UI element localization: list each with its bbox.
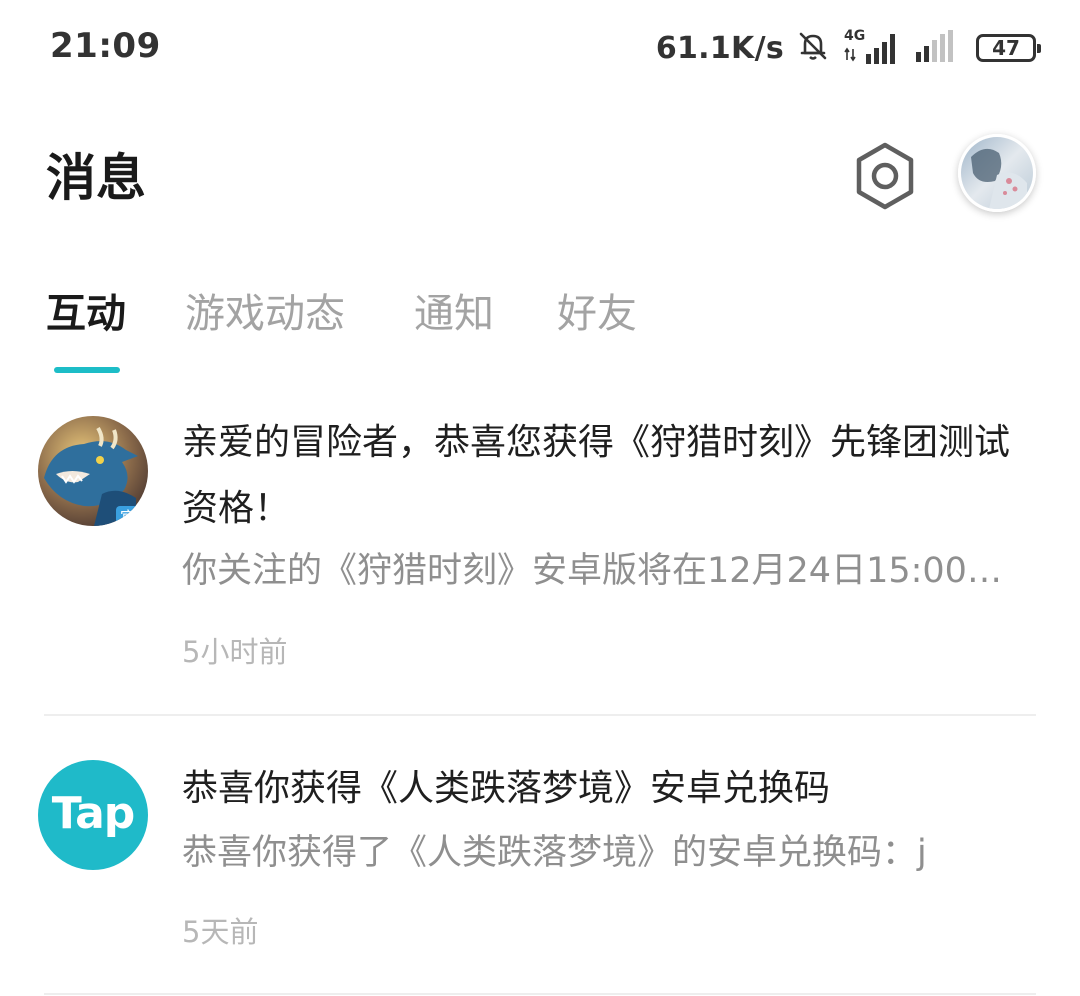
list-item[interactable]: Tap 恭喜你获得《人类跌落梦境》安卓兑换码 恭喜你获得了《人类跌落梦境》的安卓… bbox=[0, 716, 1080, 996]
taptap-logo-avatar: Tap bbox=[38, 760, 148, 870]
message-time: 5小时前 bbox=[182, 635, 288, 669]
message-time: 5天前 bbox=[182, 915, 259, 949]
divider bbox=[44, 993, 1036, 995]
svg-text:官: 官 bbox=[120, 508, 136, 526]
message-title: 恭喜你获得《人类跌落梦境》安卓兑换码 bbox=[182, 768, 831, 809]
message-preview: 恭喜你获得了《人类跌落梦境》的安卓兑换码：j bbox=[182, 833, 927, 873]
message-title: 亲爱的冒险者，恭喜您获得《狩猎时刻》先锋团测试资格！ bbox=[182, 422, 1011, 529]
game-dragon-avatar: 官 bbox=[38, 416, 148, 526]
list-item[interactable]: 官 亲爱的冒险者，恭喜您获得《狩猎时刻》先锋团测试资格！ 你关注的《狩猎时刻》安… bbox=[0, 0, 1080, 716]
taptap-logo-text: Tap bbox=[51, 787, 136, 839]
message-preview: 你关注的《狩猎时刻》安卓版将在12月24日15:00开始先锋团测试，快来参与吧 bbox=[182, 551, 1032, 591]
